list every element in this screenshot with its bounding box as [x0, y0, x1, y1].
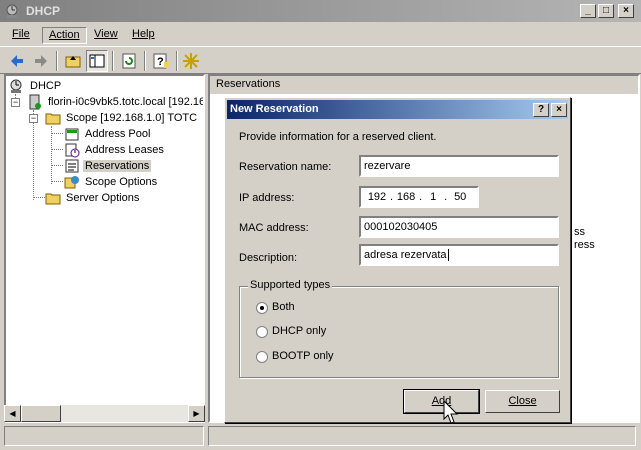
tree-node-dhcp[interactable]: DHCP — [9, 78, 63, 94]
menu-view[interactable]: View — [88, 27, 124, 44]
menu-bar: File Action View Help — [0, 24, 641, 45]
mac-address-input[interactable]: 000102030405 — [359, 216, 559, 238]
truncated-text: ss — [574, 226, 585, 238]
help-icon[interactable]: ? — [150, 50, 172, 72]
dhcp-window: DHCP _ □ × File Action View Help ? DHCP … — [0, 0, 641, 450]
supported-types-group: Supported types Both DHCP only BOOTP onl… — [239, 279, 559, 378]
collapse-scope-toggle[interactable]: − — [29, 114, 38, 123]
menu-file[interactable]: File — [6, 27, 36, 44]
dhcp-icon — [9, 78, 25, 94]
address-pool-icon — [64, 126, 80, 142]
tree-node-reservations[interactable]: Reservations — [64, 158, 152, 174]
status-bar — [4, 426, 636, 446]
scroll-thumb[interactable] — [21, 405, 61, 422]
ip-octet-4[interactable]: 50 — [447, 190, 473, 205]
reservation-name-input[interactable]: rezervare — [359, 155, 559, 177]
tree-node-scope[interactable]: Scope [192.168.1.0] TOTC — [45, 110, 199, 126]
mac-address-label: MAC address: — [239, 222, 309, 234]
menu-action[interactable]: Action — [42, 27, 87, 44]
close-window-button[interactable]: × — [618, 4, 634, 18]
tree-node-scope-options[interactable]: Scope Options — [64, 174, 159, 190]
dialog-title: New Reservation — [230, 103, 319, 115]
title-bar: DHCP _ □ × — [0, 0, 641, 22]
ip-octet-3[interactable]: 1 — [422, 190, 444, 205]
radio-both-label[interactable]: Both — [272, 301, 295, 313]
radio-bootp-only-label[interactable]: BOOTP only — [272, 350, 334, 362]
description-input[interactable]: adresa rezervata — [359, 244, 559, 266]
up-folder-icon[interactable] — [62, 50, 84, 72]
new-star-icon[interactable] — [180, 50, 202, 72]
menu-help[interactable]: Help — [126, 27, 161, 44]
radio-dhcp-only-label[interactable]: DHCP only — [272, 325, 326, 337]
ip-address-input[interactable]: 192. 168. 1. 50 — [359, 186, 479, 208]
status-panel-2 — [208, 426, 636, 446]
toolbar: ? — [0, 46, 641, 74]
reservation-name-label: Reservation name: — [239, 161, 332, 173]
dialog-close-button[interactable]: × — [551, 103, 567, 117]
back-arrow-icon[interactable] — [6, 50, 28, 72]
folder-icon — [45, 110, 61, 126]
tree-node-address-leases[interactable]: Address Leases — [64, 142, 166, 158]
status-panel-1 — [4, 426, 204, 446]
forward-arrow-icon[interactable] — [30, 50, 52, 72]
maximize-button[interactable]: □ — [598, 4, 614, 18]
collapse-server-toggle[interactable]: − — [11, 98, 20, 107]
scope-options-icon — [64, 174, 80, 190]
supported-types-label: Supported types — [248, 279, 333, 291]
window-title: DHCP — [26, 4, 61, 18]
refresh-icon[interactable] — [118, 50, 140, 72]
radio-bootp-only[interactable] — [256, 351, 268, 363]
ip-address-label: IP address: — [239, 192, 295, 204]
address-leases-icon — [64, 142, 80, 158]
radio-both[interactable] — [256, 302, 268, 314]
tree-node-address-pool[interactable]: Address Pool — [64, 126, 152, 142]
svg-text:?: ? — [157, 56, 164, 68]
folder-icon — [45, 190, 61, 206]
radio-dhcp-only[interactable] — [256, 326, 268, 338]
console-tree[interactable]: DHCP − florin-i0c9vbk5.totc.local [192.1… — [4, 74, 205, 423]
close-button[interactable]: Close — [485, 390, 560, 413]
new-reservation-dialog: New Reservation ? × Provide information … — [224, 97, 571, 423]
ip-octet-2[interactable]: 168 — [393, 190, 419, 205]
show-hide-tree-icon[interactable] — [86, 50, 108, 72]
tree-node-server[interactable]: florin-i0c9vbk5.totc.local [192.16 — [27, 94, 203, 110]
scroll-right-button[interactable]: ▶ — [188, 405, 205, 422]
dialog-help-button[interactable]: ? — [533, 103, 549, 117]
tree-node-server-options[interactable]: Server Options — [45, 190, 141, 206]
mouse-pointer-icon — [443, 399, 461, 426]
truncated-text: ress — [574, 239, 595, 251]
reservations-icon — [64, 158, 80, 174]
minimize-button[interactable]: _ — [580, 4, 596, 18]
details-header: Reservations — [210, 76, 638, 94]
dhcp-app-icon — [5, 3, 21, 19]
add-button[interactable]: Add — [403, 389, 480, 414]
dialog-intro: Provide information for a reserved clien… — [239, 131, 437, 143]
dialog-title-bar: New Reservation ? × — [227, 100, 568, 119]
description-label: Description: — [239, 252, 298, 264]
scroll-left-button[interactable]: ◀ — [4, 405, 21, 422]
server-icon — [27, 94, 43, 110]
tree-horizontal-scrollbar[interactable]: ◀ ▶ — [4, 405, 205, 422]
ip-octet-1[interactable]: 192 — [364, 190, 390, 205]
